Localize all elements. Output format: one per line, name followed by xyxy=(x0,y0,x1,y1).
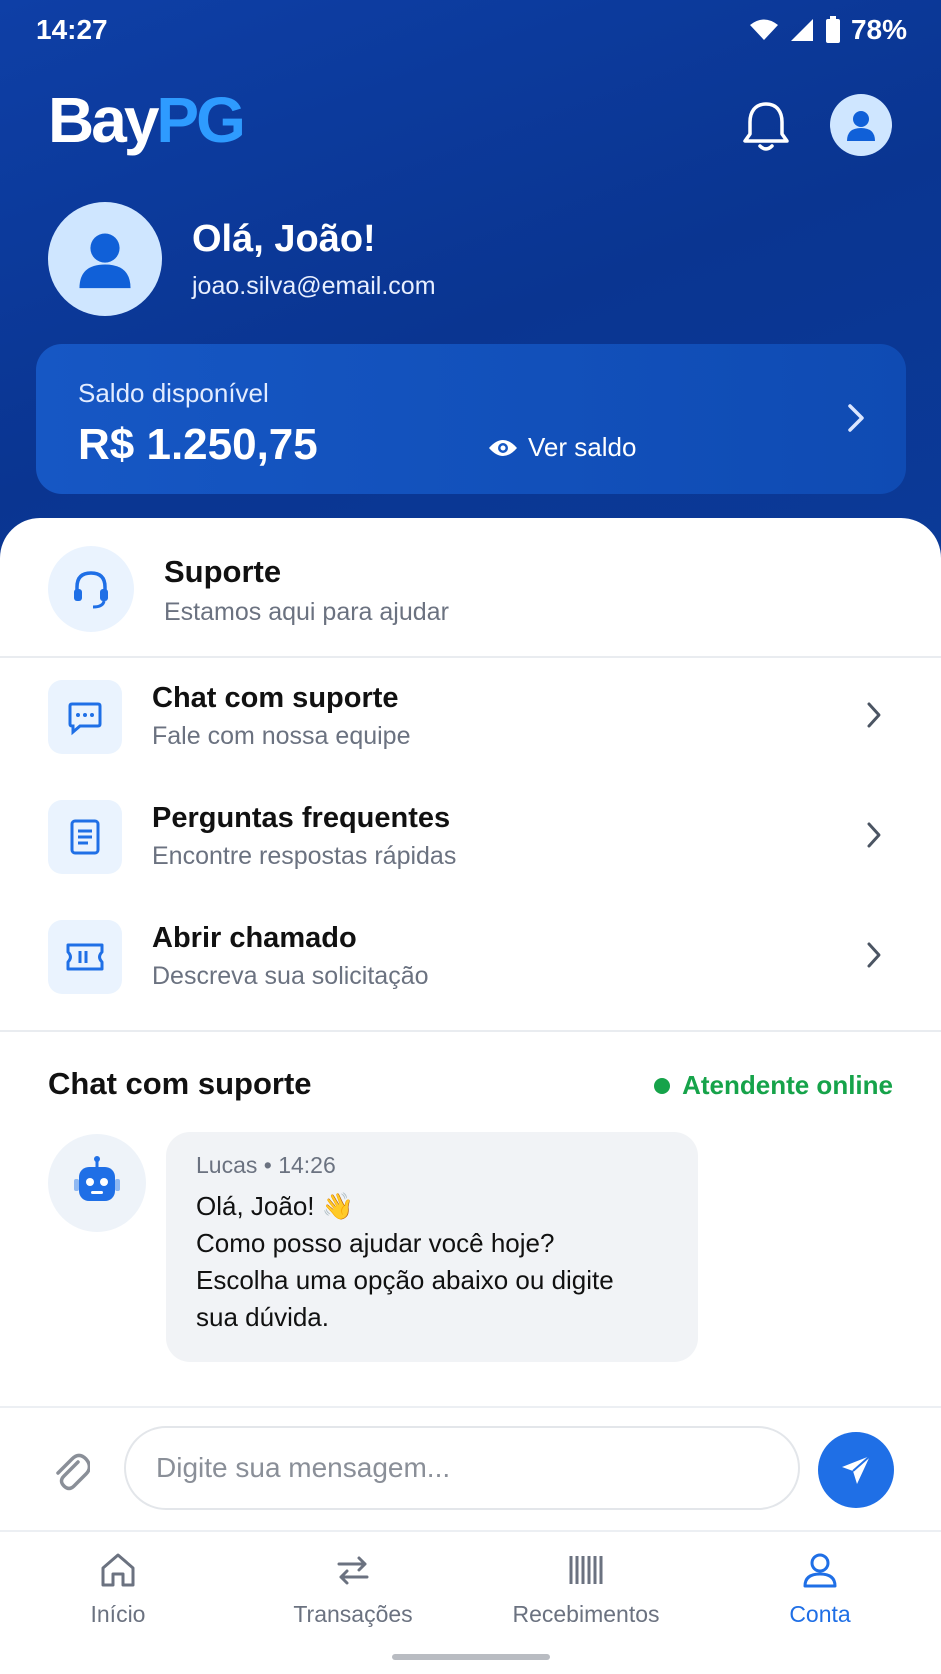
document-icon xyxy=(48,800,122,874)
message-meta: Lucas • 14:26 xyxy=(196,1152,336,1178)
balance-value: R$ 1.250,75 xyxy=(78,420,318,469)
app-logo: BayPG xyxy=(48,84,246,156)
message-input[interactable] xyxy=(124,1426,800,1510)
send-icon xyxy=(842,1455,871,1484)
agent-online-status: Atendente online xyxy=(654,1070,893,1101)
eye-icon xyxy=(489,439,517,456)
barcode-icon xyxy=(569,1556,603,1584)
wifi-icon xyxy=(749,19,778,40)
bot-avatar xyxy=(48,1134,146,1232)
nav-tab-inicio[interactable]: Início xyxy=(18,1550,218,1628)
support-item-title: Perguntas frequentes xyxy=(152,802,451,834)
profile-avatar-button[interactable] xyxy=(830,94,892,156)
greeting: Olá, João! xyxy=(192,218,376,260)
user-email: joao.silva@email.com xyxy=(192,272,436,300)
chat-section-title: Chat com suporte xyxy=(48,1066,312,1101)
user-icon xyxy=(847,111,875,141)
signal-icon xyxy=(790,19,813,41)
notifications-bell-icon[interactable] xyxy=(740,98,792,154)
support-item-title: Abrir chamado xyxy=(152,922,357,954)
user-avatar xyxy=(48,202,162,316)
support-item-ticket[interactable]: Abrir chamado Descreva sua solicitação xyxy=(0,902,941,1014)
support-item-subtitle: Descreva sua solicitação xyxy=(152,962,429,990)
battery-icon xyxy=(825,16,840,43)
online-dot-icon xyxy=(654,1077,671,1094)
chevron-right-icon xyxy=(867,702,881,728)
support-header: Suporte Estamos aqui para ajudar xyxy=(0,518,941,658)
send-button[interactable] xyxy=(818,1432,894,1508)
divider xyxy=(0,1030,941,1032)
transfer-arrows-icon xyxy=(337,1556,369,1585)
support-item-subtitle: Fale com nossa equipe xyxy=(152,722,411,750)
nav-tab-recebimentos[interactable]: Recebimentos xyxy=(486,1550,686,1628)
chevron-right-icon xyxy=(848,404,864,432)
home-icon xyxy=(101,1553,135,1587)
chevron-right-icon xyxy=(867,942,881,968)
nav-tab-transacoes[interactable]: Transações xyxy=(253,1550,453,1628)
support-title: Suporte xyxy=(164,554,282,589)
support-subtitle: Estamos aqui para ajudar xyxy=(164,598,449,626)
support-item-title: Chat com suporte xyxy=(152,682,399,714)
user-icon xyxy=(79,233,131,289)
chat-message-bubble: Lucas • 14:26 Olá, João! 👋 Como posso aj… xyxy=(166,1132,698,1362)
paperclip-icon[interactable] xyxy=(50,1444,90,1494)
balance-card[interactable]: Saldo disponível R$ 1.250,75 Ver saldo xyxy=(36,344,906,494)
support-item-faq[interactable]: Perguntas frequentes Encontre respostas … xyxy=(0,782,941,894)
ticket-icon xyxy=(48,920,122,994)
show-balance-toggle[interactable]: Ver saldo xyxy=(488,432,636,463)
message-composer xyxy=(0,1406,941,1532)
nav-tab-conta[interactable]: Conta xyxy=(720,1550,920,1628)
message-text: Olá, João! 👋 Como posso ajudar você hoje… xyxy=(196,1191,614,1332)
support-item-subtitle: Encontre respostas rápidas xyxy=(152,842,457,870)
user-icon xyxy=(803,1553,837,1588)
headset-icon xyxy=(48,546,134,632)
status-bar: 14:27 78% xyxy=(0,0,941,60)
chevron-right-icon xyxy=(867,822,881,848)
battery-percent: 78% xyxy=(850,14,907,45)
home-indicator xyxy=(392,1654,550,1660)
support-item-chat[interactable]: Chat com suporte Fale com nossa equipe xyxy=(0,662,941,774)
divider xyxy=(0,656,941,658)
robot-icon xyxy=(74,1156,120,1201)
chat-bubble-icon xyxy=(48,680,122,754)
header: 14:27 78% BayPG Olá, João! joao.silva@em… xyxy=(0,0,941,560)
status-time: 14:27 xyxy=(36,14,108,45)
bottom-nav: Início Transações Recebimentos Conta xyxy=(0,1530,941,1674)
balance-label: Saldo disponível xyxy=(78,378,269,408)
